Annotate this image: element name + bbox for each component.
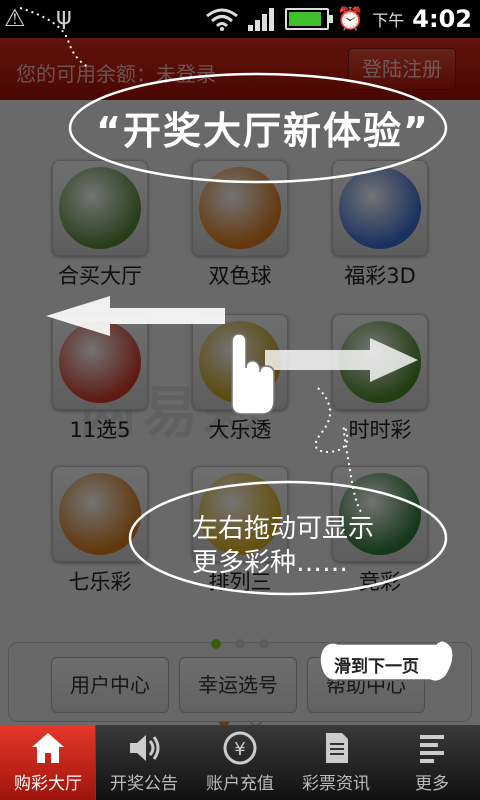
tab-account-recharge[interactable]: ¥ 账户充值 — [192, 725, 288, 800]
lottery-tile-label: 11选5 — [69, 418, 131, 442]
signal-icon — [247, 8, 274, 31]
super-lotto-icon — [199, 321, 281, 403]
tab-label: 彩票资讯 — [302, 774, 370, 794]
tab-label: 更多 — [415, 774, 449, 794]
union-lotto-icon — [199, 167, 281, 249]
lottery-tile-5[interactable] — [332, 314, 428, 410]
lottery-tile-0[interactable] — [52, 160, 148, 256]
pager-dot — [235, 639, 245, 649]
lottery-tile-label: 合买大厅 — [58, 264, 142, 288]
lottery-tile-2[interactable] — [332, 160, 428, 256]
fucai-3d-icon — [339, 167, 421, 249]
tab-more[interactable]: 更多 — [384, 725, 480, 800]
lottery-tile-label: 福彩3D — [344, 264, 416, 288]
network-warning-icon: ⚠ — [4, 4, 26, 32]
home-icon — [32, 733, 64, 763]
tab-draw-results[interactable]: 开奖公告 — [96, 725, 192, 800]
balance-text: 您的可用余额：未登录 — [16, 62, 216, 86]
alarm-clock-icon: ⏰ — [336, 6, 365, 32]
group-buy-icon — [59, 167, 141, 249]
swipe-hint-line2: 更多彩种…… — [192, 548, 349, 578]
tab-buy-lottery[interactable]: 购彩大厅 — [0, 725, 96, 800]
pager-dot — [211, 639, 221, 649]
lottery-tile-4[interactable] — [192, 314, 288, 410]
swipe-hint-line1: 左右拖动可显示 — [192, 514, 375, 544]
tab-lottery-news[interactable]: 彩票资讯 — [288, 725, 384, 800]
lottery-tile-label: 时时彩 — [348, 418, 412, 442]
login-register-button[interactable]: 登陆注册 — [348, 48, 456, 90]
next-page-label[interactable]: 滑到下一页 — [334, 652, 419, 677]
status-bar: ⚠ ψ ⏰ 下午 4:02 — [0, 0, 480, 38]
svg-text:¥: ¥ — [234, 739, 245, 760]
clock-ampm: 下午 — [372, 11, 405, 30]
qilecai-icon — [59, 473, 141, 555]
yuan-coin-icon: ¥ — [223, 731, 257, 765]
guide-headline: “开奖大厅新体验” — [96, 109, 430, 153]
lottery-tile-label: 七乐彩 — [68, 570, 132, 594]
lottery-tile-label: 大乐透 — [208, 418, 272, 442]
lottery-tile-3[interactable] — [52, 314, 148, 410]
tab-label: 账户充值 — [206, 774, 274, 794]
eleven-pick-five-icon — [59, 321, 141, 403]
user-center-button[interactable]: 用户中心 — [51, 657, 169, 713]
lucky-pick-button[interactable]: 幸运选号 — [179, 657, 297, 713]
wifi-icon — [205, 8, 238, 31]
bottom-tab-bar: 购彩大厅 开奖公告 ¥ 账户充值 彩票资讯 更多 — [0, 725, 480, 800]
lottery-tile-label: 双色球 — [208, 264, 272, 288]
document-icon — [326, 733, 348, 763]
account-header: 您的可用余额：未登录 登陆注册 — [0, 38, 480, 100]
shishicai-icon — [339, 321, 421, 403]
clock-time: 4:02 — [412, 5, 472, 33]
lottery-tile-6[interactable] — [52, 466, 148, 562]
tab-label: 购彩大厅 — [14, 774, 82, 794]
lottery-hall: 网易彩 合买大厅 双色球 福彩3D 11选5 大乐透 时时彩 七乐彩 排列三 竞彩 — [0, 100, 480, 726]
battery-icon — [284, 8, 333, 30]
pager-dot — [259, 639, 269, 649]
usb-icon: ψ — [56, 2, 72, 30]
more-list-icon — [420, 735, 444, 763]
tab-label: 开奖公告 — [110, 774, 178, 794]
speaker-icon — [130, 735, 160, 761]
lottery-tile-1[interactable] — [192, 160, 288, 256]
